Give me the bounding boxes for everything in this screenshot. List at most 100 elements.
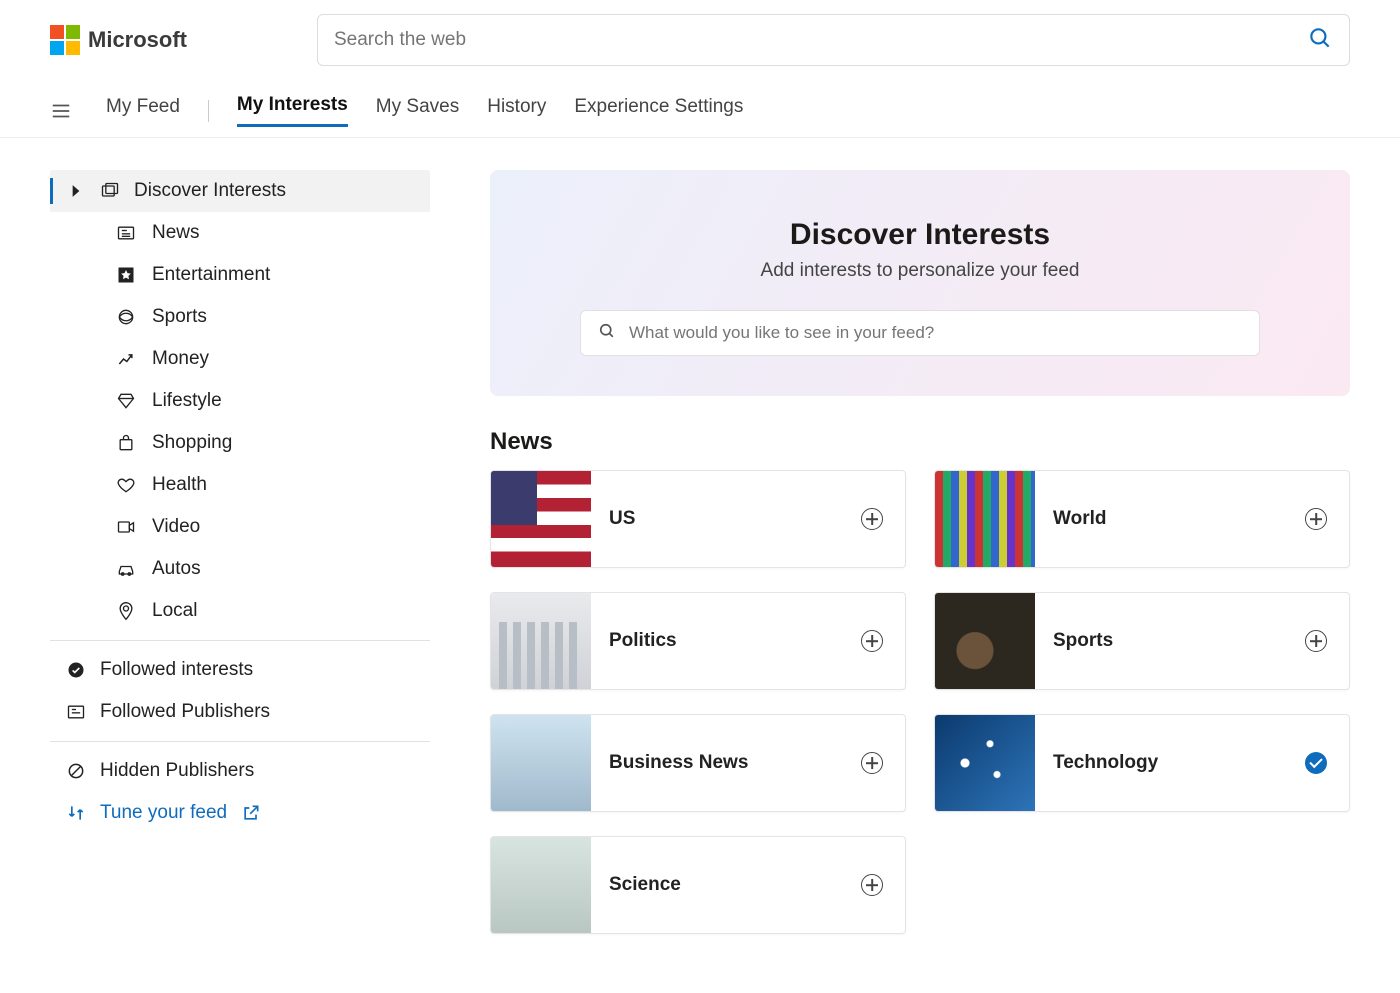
sidebar-item-label: Followed Publishers [100, 701, 270, 723]
discover-banner: Discover Interests Add interests to pers… [490, 170, 1350, 396]
cards-icon [100, 181, 120, 201]
section-title: News [490, 428, 1350, 456]
sidebar-item-health[interactable]: Health [116, 464, 430, 506]
microsoft-icon [50, 25, 80, 55]
card-thumb [491, 715, 591, 811]
banner-subtitle: Add interests to personalize your feed [530, 260, 1310, 282]
news-icon [116, 223, 136, 243]
search-box[interactable] [317, 14, 1350, 66]
card-thumb [935, 593, 1035, 689]
sidebar-item-label: Shopping [152, 432, 232, 454]
nav-my-interests[interactable]: My Interests [237, 94, 348, 127]
heart-icon [116, 475, 136, 495]
banner-title: Discover Interests [530, 218, 1310, 252]
add-icon[interactable] [861, 508, 883, 530]
card-label: US [591, 508, 861, 530]
add-icon[interactable] [861, 752, 883, 774]
sidebar-item-label: Entertainment [152, 264, 270, 286]
hamburger-icon[interactable] [50, 100, 72, 122]
card-thumb [491, 837, 591, 933]
card-label: Politics [591, 630, 861, 652]
sidebar-item-autos[interactable]: Autos [116, 548, 430, 590]
block-icon [66, 761, 86, 781]
sidebar-item-label: Autos [152, 558, 201, 580]
interest-card-world[interactable]: World [934, 470, 1350, 568]
caret-right-icon [66, 181, 86, 201]
add-icon[interactable] [1305, 630, 1327, 652]
sidebar-item-label: Hidden Publishers [100, 760, 254, 782]
add-icon[interactable] [1305, 508, 1327, 530]
card-label: Science [591, 874, 861, 896]
nav-my-feed[interactable]: My Feed [106, 96, 180, 126]
card-label: Technology [1035, 752, 1305, 774]
card-label: Business News [591, 752, 861, 774]
nav-experience-settings[interactable]: Experience Settings [574, 96, 743, 126]
feed-search-input[interactable] [629, 323, 1243, 343]
publishers-icon [66, 702, 86, 722]
sidebar-item-news[interactable]: News [116, 212, 430, 254]
interest-card-science[interactable]: Science [490, 836, 906, 934]
ball-icon [116, 307, 136, 327]
sidebar-item-label: News [152, 222, 200, 244]
sidebar-item-label: Video [152, 516, 200, 538]
sidebar-item-label: Lifestyle [152, 390, 222, 412]
sidebar-item-entertainment[interactable]: Entertainment [116, 254, 430, 296]
logo[interactable]: Microsoft [50, 25, 187, 55]
diamond-icon [116, 391, 136, 411]
sidebar-item-label: Tune your feed [100, 802, 227, 824]
sidebar-item-label: Discover Interests [134, 180, 286, 202]
card-thumb [491, 593, 591, 689]
interest-card-us[interactable]: US [490, 470, 906, 568]
header: Microsoft [0, 0, 1400, 76]
sidebar-item-label: Local [152, 600, 197, 622]
card-label: Sports [1035, 630, 1305, 652]
sidebar-item-video[interactable]: Video [116, 506, 430, 548]
video-icon [116, 517, 136, 537]
nav-my-saves[interactable]: My Saves [376, 96, 459, 126]
sidebar-item-label: Health [152, 474, 207, 496]
sidebar-item-shopping[interactable]: Shopping [116, 422, 430, 464]
content: Discover Interests Add interests to pers… [490, 170, 1350, 934]
nav-history[interactable]: History [487, 96, 546, 126]
sidebar-item-lifestyle[interactable]: Lifestyle [116, 380, 430, 422]
search-icon[interactable] [1307, 25, 1333, 56]
check-circle-icon [66, 660, 86, 680]
sidebar-hidden-publishers[interactable]: Hidden Publishers [50, 750, 430, 792]
sidebar: Discover Interests News Entertainment Spor… [50, 170, 430, 934]
search-input[interactable] [334, 29, 1307, 51]
sidebar-discover-interests[interactable]: Discover Interests [50, 170, 430, 212]
add-icon[interactable] [861, 630, 883, 652]
interest-card-politics[interactable]: Politics [490, 592, 906, 690]
sidebar-item-sports[interactable]: Sports [116, 296, 430, 338]
sort-icon [66, 803, 86, 823]
top-nav: My Feed My Interests My Saves History Ex… [0, 76, 1400, 138]
feed-search-box[interactable] [580, 310, 1260, 356]
add-icon[interactable] [861, 874, 883, 896]
trend-icon [116, 349, 136, 369]
interest-card-business-news[interactable]: Business News [490, 714, 906, 812]
external-link-icon [241, 803, 261, 823]
car-icon [116, 559, 136, 579]
added-check-icon[interactable] [1305, 752, 1327, 774]
sidebar-item-label: Followed interests [100, 659, 253, 681]
interest-card-technology[interactable]: Technology [934, 714, 1350, 812]
card-thumb [491, 471, 591, 567]
search-icon [597, 321, 617, 346]
sidebar-tune-feed[interactable]: Tune your feed [50, 792, 430, 834]
star-icon [116, 265, 136, 285]
sidebar-followed-publishers[interactable]: Followed Publishers [50, 691, 430, 733]
card-label: World [1035, 508, 1305, 530]
nav-divider [208, 100, 209, 122]
card-thumb [935, 471, 1035, 567]
sidebar-item-local[interactable]: Local [116, 590, 430, 632]
bag-icon [116, 433, 136, 453]
sidebar-item-label: Sports [152, 306, 207, 328]
sidebar-followed-interests[interactable]: Followed interests [50, 649, 430, 691]
interest-card-sports[interactable]: Sports [934, 592, 1350, 690]
cards-grid: US World Politics Sports Business News Techno… [490, 470, 1350, 934]
sidebar-item-money[interactable]: Money [116, 338, 430, 380]
sidebar-item-label: Money [152, 348, 209, 370]
card-thumb [935, 715, 1035, 811]
pin-icon [116, 601, 136, 621]
brand-name: Microsoft [88, 27, 187, 53]
